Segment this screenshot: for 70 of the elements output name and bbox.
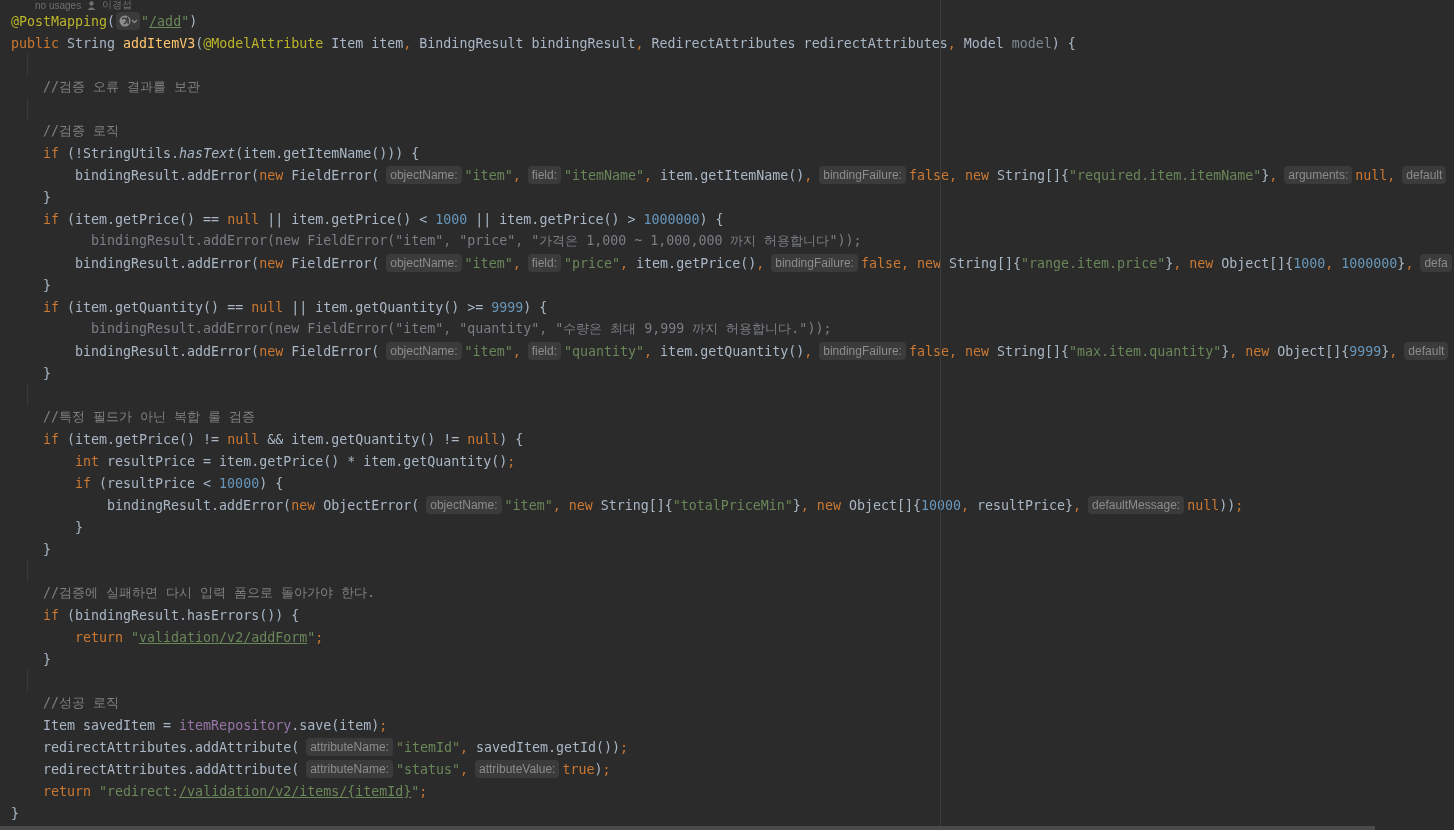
code-text: redirectAttributes.addAttribute(: [43, 739, 300, 755]
code-text: "item",: [464, 255, 521, 271]
code-text: if (bindingResult.hasErrors()) {: [43, 607, 300, 623]
code-text: bindingResult.addError(new FieldError("item", "quantity", "수량은 최대 9,999 까지 허용합니다."));: [91, 320, 832, 338]
code-text: }: [11, 805, 19, 821]
code-text: //검증 로직: [43, 122, 120, 140]
parameter-hint: attributeName:: [306, 738, 393, 756]
globe-icon[interactable]: [116, 12, 141, 30]
code-text: if (item.getPrice() != null && item.getQuantity() != null) {: [43, 431, 524, 447]
code-text: }: [75, 519, 83, 535]
code-text: "item",: [464, 343, 521, 359]
person-icon: [87, 0, 97, 10]
code-text: if (item.getPrice() == null || item.getPrice() < 1000 || item.getPrice() > 1000000) {: [43, 211, 724, 227]
code-text: null,: [1355, 167, 1396, 183]
code-text: public String addItemV3(@ModelAttribute Item item, BindingResult bindingResult, RedirectAttributes redirectAttributes, Model model) {: [11, 35, 1076, 51]
parameter-hint: default: [1402, 166, 1447, 184]
code-text: //성공 로직: [43, 694, 120, 712]
code-text: redirectAttributes.addAttribute(: [43, 761, 300, 777]
code-text: if (item.getQuantity() == null || item.getQuantity() >= 9999) {: [43, 299, 548, 315]
parameter-hint: objectName:: [386, 166, 462, 184]
code-text: if (!StringUtils.hasText(item.getItemName())) {: [43, 145, 420, 161]
parameter-hint: attributeValue:: [474, 760, 560, 778]
code-text: "status",: [395, 761, 468, 777]
code-text: }: [43, 277, 51, 293]
parameter-hint: attributeName:: [306, 760, 393, 778]
parameter-hint: defa: [1420, 254, 1452, 272]
parameter-hint: defaultMessage:: [1088, 496, 1185, 514]
code-text: "price", item.getPrice(),: [564, 255, 765, 271]
parameter-hint: objectName:: [386, 342, 462, 360]
parameter-hint: field:: [527, 254, 562, 272]
code-text: int resultPrice = item.getPrice() * item.getQuantity();: [75, 453, 516, 469]
code-text: "itemId", savedItem.getId());: [395, 739, 629, 755]
parameter-hint: field:: [527, 166, 562, 184]
code-text: bindingResult.addError(new FieldError(: [75, 343, 380, 359]
code-text: false, new String[]{"range.item.price"}, new Object[]{1000, 1000000},: [860, 255, 1414, 271]
code-text: bindingResult.addError(new FieldError(: [75, 167, 380, 183]
code-text: @PostMapping(: [11, 13, 116, 29]
parameter-hint: objectName:: [386, 254, 462, 272]
code-text: if (resultPrice < 10000) {: [75, 475, 284, 491]
code-text: return "validation/v2/addForm";: [75, 629, 324, 645]
parameter-hint: bindingFailure:: [819, 342, 906, 360]
code-text: bindingResult.addError(new FieldError(: [75, 255, 380, 271]
parameter-hint: objectName:: [426, 496, 502, 514]
code-text: //검증 오류 결과를 보관: [43, 78, 201, 96]
parameter-hint: arguments:: [1284, 166, 1353, 184]
parameter-hint: default: [1404, 342, 1449, 360]
code-text: Item savedItem = itemRepository.save(item);: [43, 717, 388, 733]
code-text: true);: [562, 761, 611, 777]
code-text: //검증에 실패하면 다시 입력 폼으로 돌아가야 한다.: [43, 584, 376, 602]
code-text: "item", new String[]{"totalPriceMin"}, new Object[]{10000, resultPrice},: [504, 497, 1082, 513]
code-text: //특정 필드가 아닌 복합 룰 검증: [43, 408, 256, 426]
code-text: "item",: [464, 167, 521, 183]
code-text: }: [43, 651, 51, 667]
code-text: }: [43, 365, 51, 381]
code-text: "quantity", item.getQuantity(),: [564, 343, 813, 359]
code-text: return "redirect:/validation/v2/items/{itemId}";: [43, 783, 428, 799]
code-text: bindingResult.addError(new ObjectError(: [107, 497, 420, 513]
code-text: null));: [1187, 497, 1244, 513]
code-text: false, new String[]{"required.item.itemName"},: [908, 167, 1278, 183]
usages-label[interactable]: no usages: [35, 0, 82, 11]
code-text: }: [43, 541, 51, 557]
code-text: "/add"): [141, 13, 198, 29]
code-text: false, new String[]{"max.item.quantity"}, new Object[]{9999},: [908, 343, 1398, 359]
author-name[interactable]: 이경섭: [102, 0, 133, 12]
code-text: bindingResult.addError(new FieldError("item", "price", "가격은 1,000 ~ 1,000,000 까지 허용합니다"));: [91, 232, 862, 250]
parameter-hint: bindingFailure:: [771, 254, 858, 272]
code-text: }: [43, 189, 51, 205]
parameter-hint: field:: [527, 342, 562, 360]
code-text: "itemName", item.getItemName(),: [564, 167, 813, 183]
parameter-hint: bindingFailure:: [819, 166, 906, 184]
